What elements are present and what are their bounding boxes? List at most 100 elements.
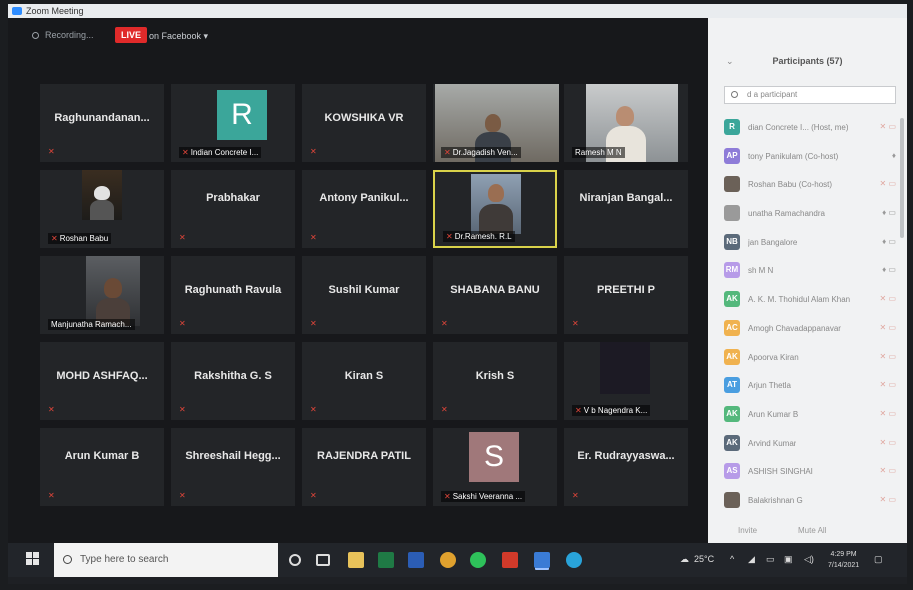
live-destination[interactable]: on Facebook ▾ — [149, 31, 208, 42]
participant-tile[interactable]: Arun Kumar B ✕ — [40, 428, 164, 506]
list-item[interactable]: unatha Ramachandra ♦ ▭ — [724, 200, 904, 229]
video-feed — [86, 256, 140, 326]
mic-muted-icon: ✕ — [182, 148, 189, 157]
edge-icon[interactable] — [566, 552, 582, 568]
taskbar: Type here to search ☁ 25°C ^ ◢ ▭ ▣ ◁) 4:… — [8, 543, 907, 577]
acrobat-icon[interactable] — [502, 552, 518, 568]
chevron-up-icon[interactable]: ^ — [730, 554, 734, 564]
excel-icon[interactable] — [378, 552, 394, 568]
participant-label: Manjunatha Ramach... — [48, 319, 135, 330]
temperature[interactable]: 25°C — [694, 554, 714, 564]
participant-tile[interactable]: Krish S ✕ — [433, 342, 557, 420]
panel-title: Participants (57) — [772, 56, 843, 66]
avatar: NB — [724, 233, 740, 250]
participant-name: Roshan Babu (Co-host) — [748, 180, 833, 190]
task-view-icon[interactable] — [316, 554, 330, 566]
list-item[interactable]: AS ASHISH SINGHAI ✕ ▭ — [724, 458, 904, 487]
participant-name: Apoorva Kiran — [748, 352, 799, 362]
participant-name: Rakshitha G. S — [194, 370, 272, 382]
participant-tile[interactable]: Antony Panikul... ✕ — [302, 170, 426, 248]
list-item[interactable]: RM sh M N ♦ ▭ — [724, 257, 904, 286]
participant-tile[interactable]: RAJENDRA PATIL ✕ — [302, 428, 426, 506]
participant-search-input[interactable]: d a participant — [724, 86, 896, 104]
participant-tile[interactable]: S ✕ Sakshi Veeranna ... — [433, 428, 557, 506]
avatar: R — [217, 90, 267, 140]
list-item[interactable]: AC Amogh Chavadappanavar ✕ ▭ — [724, 315, 904, 344]
participants-panel: ⌄ Participants (57) d a participant Rdia… — [708, 18, 907, 543]
participant-tile[interactable]: SHABANA BANU ✕ — [433, 256, 557, 334]
participant-tile[interactable]: Prabhakar ✕ — [171, 170, 295, 248]
word-icon[interactable] — [408, 552, 424, 568]
mute-all-button[interactable]: Mute All — [798, 526, 826, 535]
participant-tile[interactable]: Manjunatha Ramach... — [40, 256, 164, 334]
video-feed — [600, 342, 650, 394]
participant-name: Niranjan Bangal... — [579, 192, 673, 204]
weather-icon[interactable]: ☁ — [680, 554, 689, 565]
mic-muted-icon: ✕ — [441, 319, 448, 328]
list-item[interactable]: Balakrishnan G ✕ ▭ — [724, 487, 904, 516]
participant-label: ✕ Dr.Jagadish Ven... — [441, 147, 521, 158]
live-badge[interactable]: LIVE — [115, 27, 148, 43]
avatar: AK — [724, 348, 740, 365]
list-item[interactable]: Roshan Babu (Co-host) ✕ ▭ — [724, 171, 904, 200]
participant-tile[interactable]: R ✕ Indian Concrete I... — [171, 84, 295, 162]
tray-app-icon[interactable]: ▣ — [784, 554, 793, 565]
participant-tile[interactable]: Rakshitha G. S ✕ — [171, 342, 295, 420]
mic-muted-icon: ✕ — [179, 233, 186, 242]
window-title: Zoom Meeting — [26, 6, 84, 16]
participant-name: Sakshi Veeranna ... — [452, 492, 523, 501]
participant-tile[interactable]: Raghunath Ravula ✕ — [171, 256, 295, 334]
list-item[interactable]: Rdian Concrete I... (Host, me) ✕ ▭ — [724, 114, 904, 143]
mic-muted-icon: ✕ — [572, 319, 579, 328]
active-speaker-tile[interactable]: ✕ Dr.Ramesh. R.L — [433, 170, 557, 248]
participant-tile[interactable]: ✕ Dr.Jagadish Ven... — [433, 84, 559, 162]
list-item[interactable]: AP tony Panikulam (Co-host) ♦ — [724, 143, 904, 172]
file-explorer-icon[interactable] — [348, 552, 364, 568]
list-item[interactable]: AK Apoorva Kiran ✕ ▭ — [724, 344, 904, 373]
list-item[interactable]: AK Arun Kumar B ✕ ▭ — [724, 401, 904, 430]
invite-button[interactable]: Invite — [738, 526, 757, 535]
participant-tile[interactable]: Raghunandanan... ✕ — [40, 84, 164, 162]
whatsapp-icon[interactable] — [470, 552, 486, 568]
cortana-icon[interactable] — [289, 554, 301, 566]
taskbar-search-input[interactable]: Type here to search — [54, 543, 278, 577]
network-icon[interactable]: ◢ — [748, 554, 755, 565]
participant-name: Kiran S — [344, 370, 384, 382]
participant-name: Shreeshail Hegg... — [185, 450, 281, 462]
battery-icon[interactable]: ▭ — [766, 554, 775, 565]
participant-name: Raghunandanan... — [54, 112, 150, 124]
clock[interactable]: 4:29 PM 7/14/2021 — [828, 549, 859, 571]
list-item[interactable]: NB jan Bangalore ♦ ▭ — [724, 229, 904, 258]
participant-tile[interactable]: KOWSHIKA VR ✕ — [302, 84, 426, 162]
mic-muted-icon: ✕ — [48, 405, 55, 414]
avatar: AK — [724, 434, 740, 451]
zoom-logo-icon — [12, 7, 22, 15]
participant-tile[interactable]: Ramesh M N — [564, 84, 688, 162]
avatar: AK — [724, 405, 740, 422]
mic-muted-icon: ✕ ▭ — [879, 179, 896, 189]
mic-muted-icon: ✕ — [575, 406, 582, 415]
windows-start-icon[interactable] — [26, 552, 40, 566]
participant-tile[interactable]: Shreeshail Hegg... ✕ — [171, 428, 295, 506]
window-titlebar: Zoom Meeting — [8, 4, 907, 18]
participant-tile[interactable]: Kiran S ✕ — [302, 342, 426, 420]
participant-name: Arun Kumar B — [64, 450, 140, 462]
volume-icon[interactable]: ◁) — [804, 554, 814, 565]
mic-muted-icon: ✕ — [51, 234, 58, 243]
list-item[interactable]: AK A. K. M. Thohidul Alam Khan ✕ ▭ — [724, 286, 904, 315]
list-item[interactable]: AK Arvind Kumar ✕ ▭ — [724, 430, 904, 459]
participant-tile[interactable]: PREETHI P ✕ — [564, 256, 688, 334]
participant-tile[interactable]: Er. Rudrayyaswa... ✕ — [564, 428, 688, 506]
person-head — [104, 278, 122, 298]
participant-tile[interactable]: MOHD ASHFAQ... ✕ — [40, 342, 164, 420]
notification-icon[interactable]: ▢ — [874, 554, 883, 565]
mic-icon: ♦ — [891, 150, 896, 160]
chrome-icon[interactable] — [440, 552, 456, 568]
participant-tile[interactable]: Niranjan Bangal... — [564, 170, 688, 248]
zoom-taskbar-icon[interactable] — [534, 552, 550, 568]
participant-tile[interactable]: Sushil Kumar ✕ — [302, 256, 426, 334]
participant-tile[interactable]: ✕ V b Nagendra K... — [564, 342, 688, 420]
recording-indicator[interactable]: Recording... — [32, 30, 94, 40]
list-item[interactable]: AT Arjun Thetla ✕ ▭ — [724, 372, 904, 401]
participant-tile[interactable]: ✕ Roshan Babu — [40, 170, 164, 248]
